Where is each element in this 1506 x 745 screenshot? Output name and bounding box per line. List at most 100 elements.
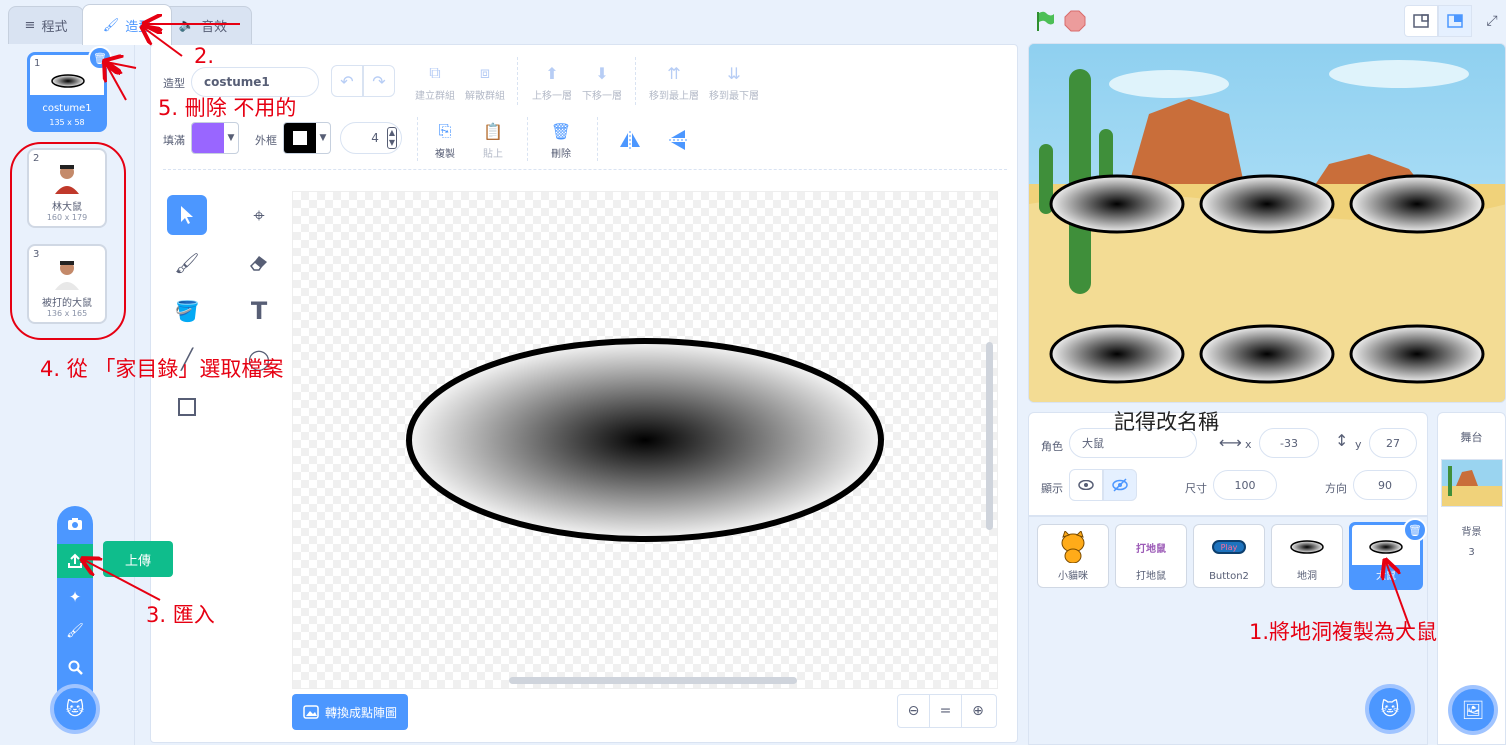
fill-tool[interactable]: 🪣 — [167, 291, 207, 331]
sprite-label: 角色 — [1041, 440, 1063, 453]
show-visible-button[interactable] — [1069, 469, 1103, 501]
delete-sprite-button[interactable]: 🗑 — [1403, 518, 1427, 542]
forward-button[interactable]: ⬆ 上移一層 — [529, 63, 575, 103]
drawing-canvas[interactable] — [292, 191, 998, 689]
toolbar-separator — [635, 57, 636, 105]
flip-horizontal-icon — [620, 131, 640, 149]
sprite-thumb: Play — [1194, 531, 1264, 563]
fill-swatch — [192, 123, 224, 153]
toolbar-separator — [517, 57, 518, 105]
copy-label: 複製 — [435, 149, 455, 160]
zoom-in-icon: ⊕ — [972, 703, 984, 719]
y-input[interactable]: 27 — [1369, 428, 1417, 458]
outline-color-picker[interactable]: ▼ — [283, 122, 331, 154]
fill-label: 填滿 — [163, 134, 185, 147]
fill-color-picker[interactable]: ▼ — [191, 122, 239, 154]
stage-scene — [1029, 44, 1505, 402]
sprite-tile-title[interactable]: 打地鼠 打地鼠 — [1115, 524, 1187, 588]
sprite-name: 小貓咪 — [1058, 571, 1088, 582]
x-input[interactable]: -33 — [1259, 428, 1319, 458]
zoom-out-button[interactable]: ⊖ — [898, 695, 930, 727]
size-value: 100 — [1234, 478, 1256, 492]
copy-button[interactable]: ⎘ 複製 — [423, 121, 467, 160]
tab-code[interactable]: ≡ 程式 — [8, 6, 84, 44]
back-button[interactable]: ⇊ 移到最下層 — [707, 63, 761, 103]
costume-thumb — [45, 158, 89, 198]
costume-tile-2[interactable]: 2 林大鼠 160 x 179 — [27, 148, 107, 228]
surprise-button[interactable]: ✦ — [57, 582, 93, 612]
stage-selector[interactable]: 舞台 背景 3 🖼 — [1437, 412, 1506, 745]
costume-name: costume1 — [42, 103, 92, 114]
choose-costume-button[interactable]: 🐱 — [50, 684, 100, 734]
tab-costumes[interactable]: 🖌 造型 — [82, 4, 172, 45]
rectangle-tool[interactable] — [167, 387, 207, 427]
outline-width-stepper[interactable]: 4 ▲ ▼ — [340, 122, 402, 154]
front-button[interactable]: ⇈ 移到最上層 — [647, 63, 701, 103]
tab-code-label: 程式 — [41, 20, 68, 35]
small-stage-button[interactable] — [1404, 5, 1438, 37]
zoom-in-button[interactable]: ⊕ — [962, 695, 994, 727]
costume-thumb — [46, 61, 90, 101]
show-hidden-button[interactable] — [1103, 469, 1137, 501]
sprite-tile-button2[interactable]: Play Button2 — [1193, 524, 1265, 588]
brush-tool[interactable]: 🖌 — [167, 243, 207, 283]
bucket-icon: 🪣 — [174, 299, 200, 323]
costume-tile-3[interactable]: 3 被打的大鼠 136 x 165 — [27, 244, 107, 324]
copy-icon: ⎘ — [438, 121, 452, 140]
fullscreen-button[interactable]: ⤢ — [1478, 5, 1506, 37]
show-label: 顯示 — [1041, 482, 1063, 495]
sparkle-icon: ✦ — [68, 588, 82, 606]
horizontal-scrollbar[interactable] — [509, 677, 797, 684]
x-arrows-icon: ⟷ — [1219, 433, 1242, 452]
sprite-tile-cat[interactable]: 小貓咪 — [1037, 524, 1109, 588]
flip-horizontal-button[interactable] — [615, 127, 645, 153]
direction-input[interactable]: 90 — [1353, 470, 1417, 500]
delete-costume-button[interactable]: 🗑 — [88, 46, 112, 70]
zoom-reset-button[interactable]: = — [930, 695, 962, 727]
ungroup-button[interactable]: ⧈ 解散群組 — [463, 63, 507, 102]
annotation-4: 4. 從 「家目錄」選取檔案 — [40, 357, 284, 381]
brush-icon: 🖌 — [174, 251, 200, 275]
hole-ellipse-shape[interactable] — [293, 192, 998, 689]
stage[interactable] — [1028, 43, 1506, 403]
text-tool[interactable]: T — [239, 291, 279, 331]
ungroup-label: 解散群組 — [465, 91, 505, 102]
select-tool[interactable] — [167, 195, 207, 235]
ungroup-icon: ⧈ — [479, 63, 491, 82]
convert-bitmap-label: 轉換成點陣圖 — [324, 705, 397, 720]
paint-button[interactable]: 🖌 — [57, 616, 93, 646]
upload-costume-button[interactable] — [57, 544, 93, 578]
eraser-tool[interactable] — [239, 243, 279, 283]
convert-bitmap-button[interactable]: 轉換成點陣圖 — [292, 694, 408, 730]
sprite-thumb: 打地鼠 — [1116, 531, 1186, 563]
stepper-arrows[interactable]: ▲ ▼ — [386, 127, 397, 149]
paste-button[interactable]: 📋 貼上 — [471, 121, 515, 161]
delete-shape-button[interactable]: 🗑 刪除 — [539, 121, 583, 161]
large-stage-button[interactable] — [1438, 5, 1472, 37]
sprite-tile-hole[interactable]: 地洞 — [1271, 524, 1343, 588]
green-flag-icon[interactable] — [1034, 10, 1056, 32]
trash-icon: 🗑 — [93, 51, 107, 65]
size-label: 尺寸 — [1185, 482, 1207, 495]
undo-button[interactable]: ↶ — [331, 65, 363, 97]
choose-backdrop-button[interactable]: 🖼 — [1448, 685, 1498, 735]
x-label: x — [1245, 438, 1252, 451]
stop-icon[interactable] — [1064, 10, 1086, 32]
size-input[interactable]: 100 — [1213, 470, 1277, 500]
sprite-info-panel: 角色 大鼠 ⟷ x -33 ↕ y 27 顯示 尺寸 100 方向 90 — [1028, 412, 1428, 516]
reshape-icon: ⌖ — [253, 203, 265, 227]
backdrop-label: 背景 — [1461, 527, 1482, 538]
flip-vertical-button[interactable] — [663, 127, 693, 153]
tab-costumes-label: 造型 — [125, 19, 152, 35]
camera-button[interactable] — [57, 509, 93, 539]
redo-button[interactable]: ↷ — [363, 65, 395, 97]
vertical-scrollbar[interactable] — [986, 342, 993, 530]
group-button[interactable]: ⧉ 建立群組 — [413, 63, 457, 102]
search-button[interactable] — [57, 652, 93, 682]
choose-sprite-button[interactable]: 🐱 — [1365, 684, 1415, 734]
group-icon: ⧉ — [429, 63, 441, 82]
reshape-tool[interactable]: ⌖ — [239, 195, 279, 235]
sprite-name-value: 大鼠 — [1082, 437, 1104, 450]
text-icon: T — [250, 297, 268, 325]
backward-button[interactable]: ⬇ 下移一層 — [579, 63, 625, 103]
